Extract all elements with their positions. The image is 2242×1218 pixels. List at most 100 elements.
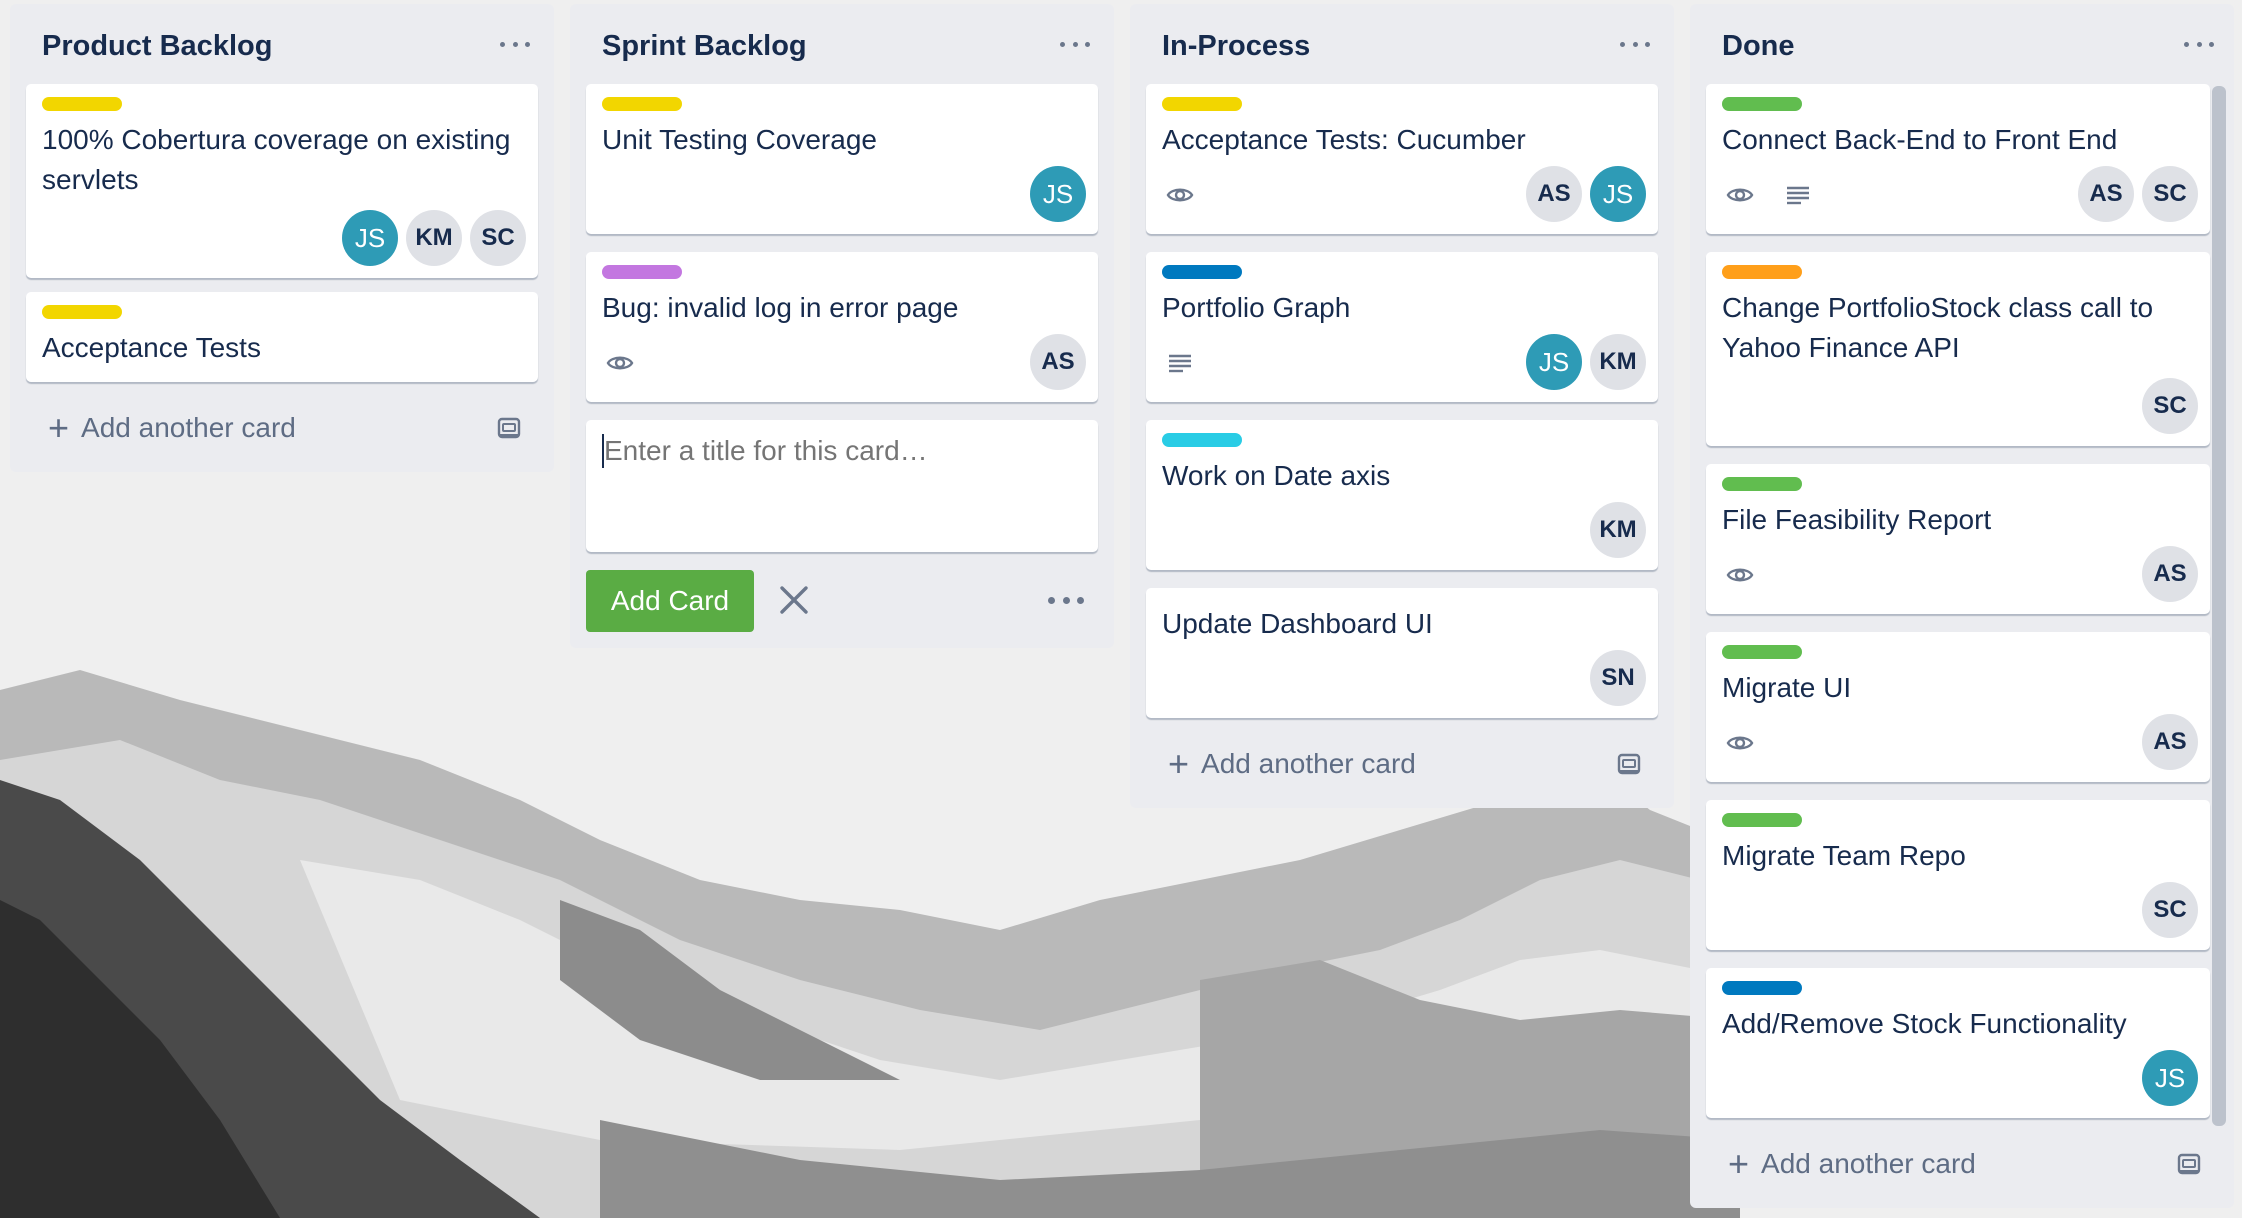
list-title[interactable]: In-Process (1162, 30, 1310, 63)
card[interactable]: File Feasibility Report AS (1706, 464, 2210, 614)
avatar[interactable]: SC (2142, 378, 2198, 434)
card-label[interactable] (42, 305, 122, 319)
card-badges (606, 352, 634, 374)
card[interactable]: Migrate Team Repo SC (1706, 800, 2210, 950)
card-template-icon[interactable] (496, 416, 522, 440)
watch-icon (1166, 188, 1194, 202)
list-in-process: In-Process Acceptance Tests: Cucumber AS… (1130, 4, 1674, 808)
add-another-card-button[interactable]: + Add another card (1168, 744, 1416, 784)
card[interactable]: 100% Cobertura coverage on existing serv… (26, 84, 538, 278)
card-badges (1166, 352, 1194, 374)
add-another-card-button[interactable]: + Add another card (48, 408, 296, 448)
card-label[interactable] (1722, 97, 1802, 111)
card-members: JS KM (1526, 334, 1646, 390)
card-label[interactable] (1722, 981, 1802, 995)
list-product-backlog: Product Backlog 100% Cobertura coverage … (10, 4, 554, 472)
avatar[interactable]: AS (2142, 714, 2198, 770)
card-members: SC (2142, 378, 2198, 434)
list-header: Sprint Backlog (570, 4, 1114, 90)
avatar[interactable]: JS (1030, 166, 1086, 222)
list-title[interactable]: Product Backlog (42, 30, 272, 63)
card[interactable]: Acceptance Tests: Cucumber AS JS (1146, 84, 1658, 234)
avatar[interactable]: SC (470, 210, 526, 266)
card-badges (1726, 184, 1812, 206)
add-card-button[interactable]: Add Card (586, 570, 754, 632)
avatar[interactable]: AS (1030, 334, 1086, 390)
avatar[interactable]: SC (2142, 166, 2198, 222)
add-card-label: Add another card (81, 412, 296, 443)
card-members: AS (1030, 334, 1086, 390)
list-header: Product Backlog (10, 4, 554, 90)
card-label[interactable] (1162, 97, 1242, 111)
card-label[interactable] (1162, 433, 1242, 447)
list-title[interactable]: Sprint Backlog (602, 30, 807, 63)
avatar[interactable]: KM (1590, 502, 1646, 558)
list-menu-button[interactable] (2184, 34, 2214, 54)
card[interactable]: Acceptance Tests (26, 292, 538, 382)
close-icon[interactable] (776, 582, 812, 618)
card-members: JS KM SC (342, 210, 526, 266)
avatar[interactable]: SC (2142, 882, 2198, 938)
watch-icon (1726, 568, 1754, 582)
description-icon (1169, 354, 1191, 373)
card-title: Migrate Team Repo (1722, 840, 1966, 871)
watch-icon (1726, 736, 1754, 750)
description-icon (1787, 186, 1809, 205)
card[interactable]: Migrate UI AS (1706, 632, 2210, 782)
card-template-icon[interactable] (2176, 1152, 2202, 1176)
watch-icon (606, 356, 634, 370)
avatar[interactable]: KM (406, 210, 462, 266)
add-another-card-button[interactable]: + Add another card (1728, 1144, 1976, 1184)
avatar[interactable]: AS (2142, 546, 2198, 602)
avatar[interactable]: JS (2142, 1050, 2198, 1106)
card[interactable]: Add/Remove Stock Functionality JS (1706, 968, 2210, 1118)
card-label[interactable] (602, 97, 682, 111)
card-members: AS JS (1526, 166, 1646, 222)
card[interactable]: Update Dashboard UI SN (1146, 588, 1658, 718)
card-members: JS (2142, 1050, 2198, 1106)
card[interactable]: Work on Date axis KM (1146, 420, 1658, 570)
card-label[interactable] (1722, 645, 1802, 659)
avatar[interactable]: JS (1526, 334, 1582, 390)
card-title: Add/Remove Stock Functionality (1722, 1008, 2127, 1039)
list-menu-button[interactable] (1060, 34, 1090, 54)
list-menu-button[interactable] (1620, 34, 1650, 54)
card-template-icon[interactable] (1616, 752, 1642, 776)
avatar[interactable]: JS (342, 210, 398, 266)
avatar[interactable]: AS (2078, 166, 2134, 222)
add-card-label: Add another card (1761, 1148, 1976, 1179)
card-label[interactable] (1722, 477, 1802, 491)
card-label[interactable] (42, 97, 122, 111)
card-members: AS SC (2078, 166, 2198, 222)
card[interactable]: Portfolio Graph JS KM (1146, 252, 1658, 402)
card-members: KM (1590, 502, 1646, 558)
card-label[interactable] (602, 265, 682, 279)
card-title: 100% Cobertura coverage on existing serv… (42, 124, 511, 195)
card-title: Work on Date axis (1162, 460, 1391, 491)
list-scrollbar[interactable] (2212, 86, 2226, 1126)
card-title: Portfolio Graph (1162, 292, 1351, 323)
card-title: Acceptance Tests: Cucumber (1162, 124, 1526, 155)
plus-icon: + (48, 407, 70, 448)
card[interactable]: Connect Back-End to Front End AS SC (1706, 84, 2210, 234)
list-title[interactable]: Done (1722, 30, 1795, 63)
card-label[interactable] (1162, 265, 1242, 279)
card[interactable]: Change PortfolioStock class call to Yaho… (1706, 252, 2210, 446)
avatar[interactable]: SN (1590, 650, 1646, 706)
card-members: JS (1030, 166, 1086, 222)
list-menu-button[interactable] (500, 34, 530, 54)
card-title: Migrate UI (1722, 672, 1852, 703)
card[interactable]: Unit Testing Coverage JS (586, 84, 1098, 234)
card-label[interactable] (1722, 813, 1802, 827)
composer-options-button[interactable] (1048, 594, 1084, 606)
card-badges (1166, 184, 1194, 206)
card[interactable]: Bug: invalid log in error page AS (586, 252, 1098, 402)
avatar[interactable]: JS (1590, 166, 1646, 222)
card-title: Bug: invalid log in error page (602, 292, 959, 323)
add-card-label: Add another card (1201, 748, 1416, 779)
card-members: SN (1590, 650, 1646, 706)
card-title-input[interactable] (602, 434, 1082, 468)
card-label[interactable] (1722, 265, 1802, 279)
avatar[interactable]: AS (1526, 166, 1582, 222)
avatar[interactable]: KM (1590, 334, 1646, 390)
